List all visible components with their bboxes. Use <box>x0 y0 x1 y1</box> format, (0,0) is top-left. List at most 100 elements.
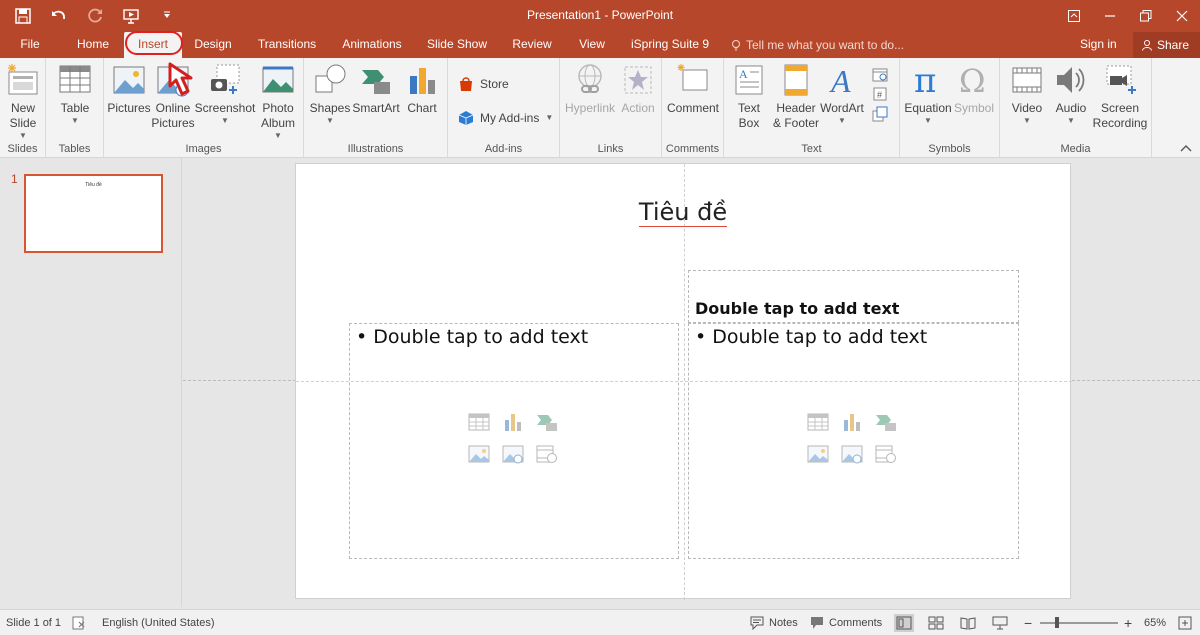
insert-chart-icon[interactable] <box>502 412 524 432</box>
minimize-icon[interactable] <box>1092 0 1128 32</box>
comment-button[interactable]: Comment <box>666 62 720 116</box>
group-addins: Store My Add-ins ▼ Add-ins <box>448 58 560 158</box>
slide-canvas[interactable]: Tiêu đề • Double tap to add text Double … <box>295 163 1072 600</box>
date-time-icon[interactable] <box>872 66 888 82</box>
slide-number-icon[interactable]: # <box>872 86 888 102</box>
screen-recording-button[interactable]: Screen Recording <box>1093 62 1147 131</box>
action-label: Action <box>621 101 655 115</box>
left-content-placeholder[interactable]: • Double tap to add text <box>349 323 679 559</box>
hyperlink-label: Hyperlink <box>564 101 615 115</box>
collapse-ribbon-icon[interactable] <box>1180 143 1192 153</box>
zoom-slider[interactable] <box>1040 622 1118 624</box>
tab-file[interactable]: File <box>10 32 50 58</box>
photo-album-button[interactable]: Photo Album ▼ <box>256 62 300 141</box>
header-footer-icon <box>778 62 814 98</box>
restore-icon[interactable] <box>1128 0 1164 32</box>
tell-me-box[interactable]: Tell me what you want to do... <box>730 32 904 58</box>
sign-in-link[interactable]: Sign in <box>1080 32 1117 58</box>
text-box-label-2: Box <box>738 116 760 130</box>
zoom-out-icon[interactable]: − <box>1024 610 1032 635</box>
lightbulb-icon <box>732 40 740 51</box>
spelling-icon[interactable] <box>72 610 86 635</box>
vertical-guide[interactable] <box>684 164 685 600</box>
new-slide-button[interactable]: New Slide ▼ <box>4 62 42 141</box>
symbol-button[interactable]: Ω Symbol <box>952 62 996 116</box>
chart-button[interactable]: Chart <box>402 62 442 116</box>
action-button[interactable]: Action <box>618 62 658 116</box>
insert-online-pictures-icon[interactable] <box>841 444 863 464</box>
insert-pictures-icon[interactable] <box>807 444 829 464</box>
slide-sorter-view-button[interactable] <box>926 614 946 632</box>
shapes-icon <box>312 62 348 98</box>
zoom-slider-thumb[interactable] <box>1055 617 1059 628</box>
slide-count[interactable]: Slide 1 of 1 <box>6 610 61 635</box>
slide-title[interactable]: Tiêu đề <box>296 198 1070 227</box>
insert-video-icon[interactable] <box>875 444 897 464</box>
tab-transitions[interactable]: Transitions <box>254 32 320 58</box>
screenshot-button[interactable]: Screenshot ▼ <box>194 62 256 126</box>
slide-thumbnails-pane: 1 Tiêu đề <box>0 158 182 607</box>
new-slide-label: New <box>10 101 35 115</box>
shapes-button[interactable]: Shapes ▼ <box>308 62 352 126</box>
save-icon[interactable] <box>8 2 38 30</box>
audio-button[interactable]: Audio ▼ <box>1050 62 1092 126</box>
slide-show-view-button[interactable] <box>990 614 1010 632</box>
wordart-button[interactable]: A WordArt ▼ <box>820 62 864 126</box>
zoom-level[interactable]: 65% <box>1144 610 1166 635</box>
group-symbols: π Equation ▼ Ω Symbol Symbols <box>900 58 1000 158</box>
smartart-button[interactable]: SmartArt <box>352 62 400 116</box>
insert-pictures-icon[interactable] <box>468 444 490 464</box>
tab-animations[interactable]: Animations <box>336 32 408 58</box>
redo-icon[interactable] <box>80 2 110 30</box>
table-button[interactable]: Table ▼ <box>56 62 94 126</box>
fit-slide-icon[interactable] <box>1178 610 1192 635</box>
insert-smartart-icon[interactable] <box>536 412 558 432</box>
object-icon[interactable] <box>872 106 888 122</box>
chart-label: Chart <box>407 101 437 115</box>
insert-online-pictures-icon[interactable] <box>502 444 524 464</box>
right-heading-placeholder[interactable]: Double tap to add text <box>688 270 1019 323</box>
pictures-button[interactable]: Pictures <box>106 62 152 116</box>
video-button[interactable]: Video ▼ <box>1006 62 1048 126</box>
slide-thumbnail[interactable]: Tiêu đề <box>24 174 163 253</box>
tab-design[interactable]: Design <box>188 32 238 58</box>
reading-view-icon <box>960 617 976 630</box>
normal-view-button[interactable] <box>894 614 914 632</box>
insert-table-icon[interactable] <box>468 412 490 432</box>
smartart-label: SmartArt <box>352 101 400 115</box>
insert-table-icon[interactable] <box>807 412 829 432</box>
zoom-in-icon[interactable]: + <box>1124 610 1132 635</box>
right-content-placeholder[interactable]: • Double tap to add text <box>688 323 1019 559</box>
language-status[interactable]: English (United States) <box>102 610 215 635</box>
tab-home[interactable]: Home <box>70 32 116 58</box>
my-addins-button[interactable]: My Add-ins ▼ <box>458 110 553 126</box>
share-button[interactable]: Share <box>1133 32 1200 58</box>
screen-recording-label: Screen <box>1100 101 1140 115</box>
header-footer-label-2: & Footer <box>772 116 820 130</box>
hyperlink-button[interactable]: Hyperlink <box>562 62 618 116</box>
tab-ispring-suite[interactable]: iSpring Suite 9 <box>626 32 714 58</box>
undo-icon[interactable] <box>44 2 74 30</box>
thumbnail-number: 1 <box>11 172 18 186</box>
insert-smartart-icon[interactable] <box>875 412 897 432</box>
store-button[interactable]: Store <box>458 76 509 92</box>
ribbon-display-options-icon[interactable] <box>1056 0 1092 32</box>
screenshot-label: Screenshot <box>194 101 256 115</box>
start-from-beginning-icon[interactable] <box>116 2 146 30</box>
tab-review[interactable]: Review <box>506 32 558 58</box>
comments-button[interactable]: Comments <box>810 610 882 635</box>
insert-chart-icon[interactable] <box>841 412 863 432</box>
notes-button[interactable]: Notes <box>750 610 798 635</box>
customize-qat-icon[interactable] <box>152 2 182 30</box>
header-footer-button[interactable]: Header & Footer <box>770 62 822 131</box>
pictures-label: Pictures <box>107 101 151 115</box>
person-icon <box>1142 40 1152 51</box>
tab-slide-show[interactable]: Slide Show <box>424 32 490 58</box>
equation-button[interactable]: π Equation ▼ <box>904 61 952 126</box>
reading-view-button[interactable] <box>958 614 978 632</box>
close-icon[interactable] <box>1164 0 1200 32</box>
text-box-button[interactable]: A Text Box <box>730 62 768 131</box>
tab-view[interactable]: View <box>572 32 612 58</box>
screenshot-icon <box>207 62 243 98</box>
insert-video-icon[interactable] <box>536 444 558 464</box>
